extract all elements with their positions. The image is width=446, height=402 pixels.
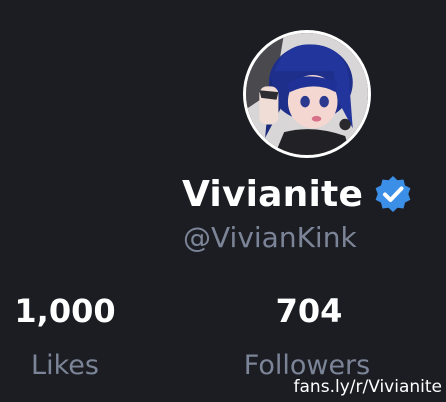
verified-badge-icon [373, 174, 413, 214]
likes-count: 1,000 [14, 292, 116, 330]
likes-label-wrap: Likes [14, 350, 116, 381]
watermark: fans.ly/r/Vivianite [293, 377, 442, 397]
followers-count[interactable]: 704 [262, 292, 356, 330]
avatar[interactable] [243, 30, 371, 158]
username-handle[interactable]: @VivianKink [183, 221, 357, 254]
avatar-image [246, 33, 368, 155]
profile-card: Vivianite @VivianKink 1,000 Likes 704 Fo… [0, 0, 446, 402]
name-row: Vivianite [182, 170, 413, 218]
likes-value: 1,000 [14, 292, 116, 330]
followers-value: 704 [275, 292, 343, 330]
display-name: Vivianite [182, 173, 364, 215]
likes-label: Likes [31, 350, 99, 381]
